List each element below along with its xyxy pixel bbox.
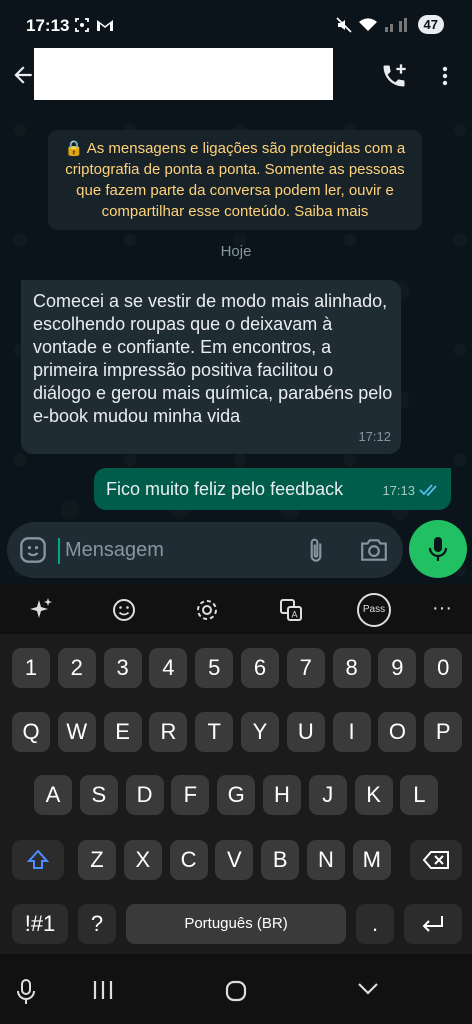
shift-arrow-icon [26,849,50,869]
mute-icon [335,16,352,33]
microphone-icon [428,537,448,561]
key-n[interactable]: N [307,840,345,880]
message-time: 17:12 [358,429,391,444]
navigation-bar [0,954,472,1024]
hide-keyboard-chevron-down-icon[interactable] [356,979,380,999]
svg-text:A: A [291,610,297,620]
encryption-notice[interactable]: 🔒 As mensagens e ligações são protegidas… [48,130,422,230]
add-call-icon[interactable] [380,62,408,90]
keyboard-toolbar: A Pass ··· [0,584,472,634]
read-receipt-icon [419,484,437,497]
key-k[interactable]: K [354,775,393,815]
key-f[interactable]: F [171,775,210,815]
key-x[interactable]: X [123,840,162,880]
wifi-icon [358,17,377,31]
voice-message-button[interactable] [409,520,467,578]
key-5[interactable]: 5 [195,648,234,688]
status-time: 17:13 [26,16,70,35]
settings-gear-icon[interactable] [191,594,223,626]
translate-icon[interactable]: A [275,594,307,626]
emoji-icon[interactable] [108,594,140,626]
key-e[interactable]: E [103,712,142,752]
key-z[interactable]: Z [78,840,116,880]
key-u[interactable]: U [286,712,325,752]
status-notification-icons [74,17,114,33]
home-icon[interactable] [224,979,248,1003]
key-l[interactable]: L [400,775,439,815]
key-w[interactable]: W [57,712,96,752]
key-4[interactable]: 4 [149,648,188,688]
key-8[interactable]: 8 [332,648,371,688]
more-options-icon[interactable] [433,62,457,90]
status-system-icons: 47 [335,15,444,34]
ai-sparkle-icon[interactable] [25,594,57,626]
key-6[interactable]: 6 [241,648,279,688]
incoming-message[interactable]: Comecei a se vestir de modo mais alinhad… [21,280,401,454]
key-a[interactable]: A [34,775,72,815]
key-j[interactable]: J [308,775,347,815]
space-bar[interactable]: Português (BR) [126,904,346,944]
key-h[interactable]: H [263,775,301,815]
key-r[interactable]: R [149,712,188,752]
key-d[interactable]: D [125,775,164,815]
key-c[interactable]: C [169,840,208,880]
key-m[interactable]: M [352,840,391,880]
backspace-icon [422,851,449,869]
key-area: 1 2 3 4 5 6 7 8 9 0 Q W E R T Y U I O P A S D F G H J K L Z X C V B N M !#1?… [0,634,472,954]
key-v[interactable]: V [215,840,254,880]
contact-name[interactable] [34,48,333,102]
recent-apps-icon[interactable] [91,979,115,1001]
signal-icon [384,17,407,32]
message-text: Comecei a se vestir de modo mais alinhad… [33,291,393,426]
symbols-key[interactable]: !#1 [12,904,68,944]
key-s[interactable]: S [79,775,118,815]
screenshot-icon [75,18,89,32]
voice-input-icon[interactable] [15,979,37,1005]
sticker-emoji-icon[interactable] [19,536,47,564]
key-t[interactable]: T [195,712,234,752]
shift-key[interactable] [12,840,64,880]
key-7[interactable]: 7 [286,648,325,688]
chat-area[interactable]: 🔒 As mensagens e ligações são protegidas… [0,100,472,584]
message-text: Fico muito feliz pelo feedback [106,479,344,499]
key-b[interactable]: B [261,840,300,880]
key-question-mark[interactable]: ? [78,904,116,944]
key-y[interactable]: Y [241,712,279,752]
status-bar: 17:13 47 [0,0,472,52]
attach-icon[interactable] [303,536,329,566]
back-arrow-icon[interactable] [10,62,36,88]
camera-icon[interactable] [359,536,389,564]
key-3[interactable]: 3 [103,648,142,688]
text-caret [58,538,60,564]
key-i[interactable]: I [332,712,371,752]
samsung-pass-button[interactable]: Pass [357,593,391,627]
more-toolbar-button[interactable]: ··· [426,594,458,626]
key-p[interactable]: P [424,712,463,752]
gmail-icon [97,20,113,31]
key-o[interactable]: O [378,712,417,752]
key-0[interactable]: 0 [424,648,463,688]
backspace-key[interactable] [410,840,462,880]
key-period[interactable]: . [356,904,394,944]
key-1[interactable]: 1 [12,648,50,688]
enter-icon [422,916,443,932]
key-g[interactable]: G [217,775,256,815]
keyboard: A Pass ··· 1234567890QWERTYUIOPASDFGHJKL… [0,584,472,1024]
message-composer [7,522,403,578]
outgoing-message[interactable]: Fico muito feliz pelo feedback 17:13 [94,468,451,510]
key-2[interactable]: 2 [57,648,96,688]
enter-key[interactable] [404,904,462,944]
key-9[interactable]: 9 [378,648,417,688]
battery-indicator: 47 [417,15,444,34]
date-label: Hoje [220,243,252,260]
message-input[interactable] [65,535,285,565]
key-q[interactable]: Q [12,712,50,752]
message-time: 17:13 [382,483,415,498]
